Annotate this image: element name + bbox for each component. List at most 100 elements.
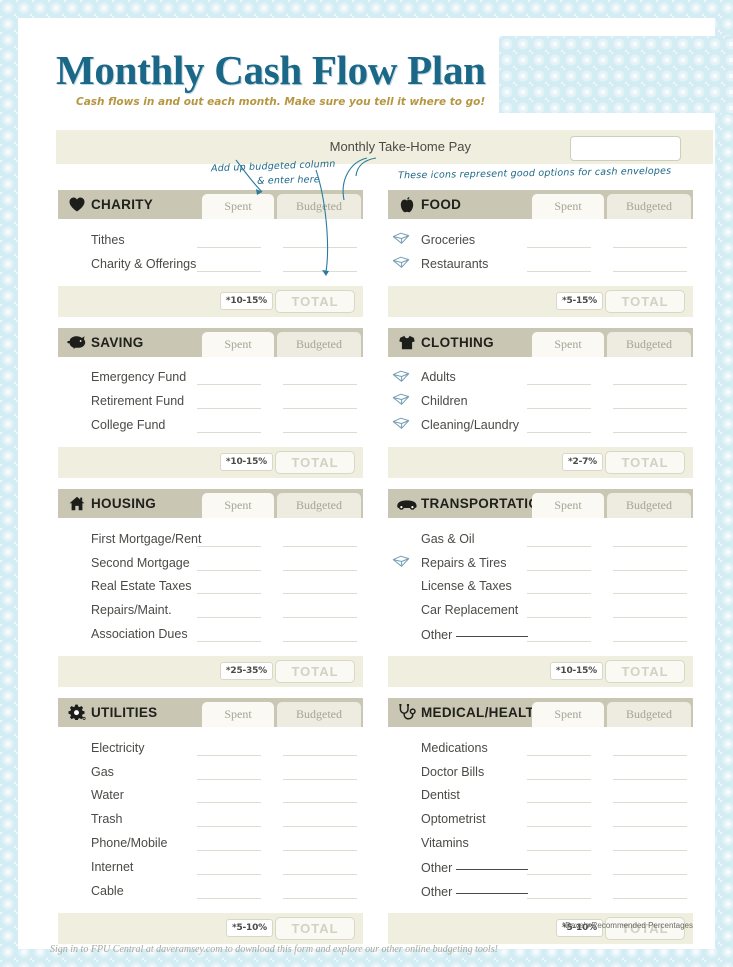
section-header-medical-health: MEDICAL/HEALTH Spent Budgeted — [388, 697, 693, 727]
budgeted-field[interactable] — [613, 788, 687, 804]
spent-field[interactable] — [527, 579, 591, 595]
budgeted-field[interactable] — [613, 627, 687, 642]
spent-field[interactable] — [527, 418, 591, 433]
budgeted-field[interactable] — [613, 884, 687, 899]
spent-field[interactable] — [197, 884, 261, 899]
budgeted-field[interactable] — [613, 579, 687, 595]
budgeted-field[interactable] — [613, 257, 687, 272]
spent-field[interactable] — [197, 556, 261, 571]
tab-budgeted-housing[interactable]: Budgeted — [277, 492, 361, 518]
budgeted-field[interactable] — [283, 418, 357, 433]
tab-spent-housing[interactable]: Spent — [202, 492, 274, 518]
spent-field[interactable] — [527, 233, 591, 248]
budgeted-field[interactable] — [283, 627, 357, 642]
budgeted-field[interactable] — [283, 765, 357, 780]
budgeted-field[interactable] — [283, 884, 357, 899]
spent-field[interactable] — [527, 532, 591, 547]
budgeted-field[interactable] — [613, 418, 687, 433]
spent-field[interactable] — [527, 860, 591, 875]
spent-field[interactable] — [197, 860, 261, 875]
budgeted-field[interactable] — [283, 741, 357, 756]
spent-field[interactable] — [197, 257, 261, 272]
budgeted-field[interactable] — [613, 556, 687, 571]
tab-budgeted-charity[interactable]: Budgeted — [277, 194, 361, 219]
tab-spent-medical-health[interactable]: Spent — [532, 701, 604, 727]
write-in-line[interactable] — [456, 859, 529, 870]
budgeted-field[interactable] — [283, 603, 357, 619]
write-in-line[interactable] — [456, 883, 529, 894]
take-home-pay-input[interactable] — [570, 136, 681, 161]
budget-row-label-text: Restaurants — [421, 256, 489, 271]
spent-field[interactable] — [527, 394, 591, 410]
budgeted-field[interactable] — [283, 579, 357, 595]
spent-field[interactable] — [197, 233, 261, 248]
spent-field[interactable] — [197, 418, 261, 433]
spent-field[interactable] — [197, 603, 261, 619]
budgeted-field[interactable] — [613, 532, 687, 547]
write-in-line[interactable] — [456, 626, 529, 638]
budgeted-field[interactable] — [283, 860, 357, 875]
spent-field[interactable] — [527, 603, 591, 619]
budgeted-field[interactable] — [613, 765, 687, 780]
spent-field[interactable] — [527, 788, 591, 804]
tab-budgeted-transportation[interactable]: Budgeted — [607, 492, 691, 518]
budgeted-field[interactable] — [283, 257, 357, 272]
tab-spent-food[interactable]: Spent — [532, 194, 604, 219]
budgeted-field[interactable] — [613, 860, 687, 875]
budgeted-field[interactable] — [613, 812, 687, 828]
total-input[interactable]: TOTAL — [605, 289, 685, 313]
spent-field[interactable] — [197, 765, 261, 780]
tab-budgeted-food[interactable]: Budgeted — [607, 194, 691, 219]
spent-field[interactable] — [197, 788, 261, 804]
budgeted-field[interactable] — [283, 812, 357, 828]
spent-field[interactable] — [197, 741, 261, 756]
budget-row-fields — [197, 233, 357, 248]
budgeted-field[interactable] — [283, 788, 357, 804]
spent-field[interactable] — [197, 394, 261, 410]
tab-budgeted-utilities[interactable]: Budgeted — [277, 701, 361, 727]
total-input[interactable]: TOTAL — [605, 659, 685, 683]
total-input[interactable]: TOTAL — [605, 450, 685, 474]
spent-field[interactable] — [527, 257, 591, 272]
tab-budgeted-saving[interactable]: Budgeted — [277, 331, 361, 357]
tab-spent-charity[interactable]: Spent — [202, 194, 274, 219]
spent-field[interactable] — [197, 579, 261, 595]
spent-field[interactable] — [527, 765, 591, 780]
budgeted-field[interactable] — [613, 233, 687, 248]
spent-field[interactable] — [527, 812, 591, 828]
budgeted-field[interactable] — [613, 836, 687, 851]
budgeted-field[interactable] — [613, 603, 687, 619]
spent-field[interactable] — [197, 836, 261, 851]
tab-budgeted-clothing[interactable]: Budgeted — [607, 331, 691, 357]
spent-field[interactable] — [527, 627, 591, 642]
section-card-transportation: TRANSPORTATION Spent Budgeted Gas & Oil Repa… — [388, 488, 693, 687]
total-input[interactable]: TOTAL — [275, 659, 355, 683]
budgeted-field[interactable] — [613, 394, 687, 410]
tab-spent-utilities[interactable]: Spent — [202, 701, 274, 727]
spent-field[interactable] — [527, 370, 591, 386]
spent-field[interactable] — [197, 370, 261, 386]
spent-field[interactable] — [197, 812, 261, 828]
tab-budgeted-medical-health[interactable]: Budgeted — [607, 701, 691, 727]
spent-field[interactable] — [197, 532, 261, 547]
budgeted-field[interactable] — [283, 836, 357, 851]
column-tabs-clothing: Spent Budgeted — [532, 331, 691, 357]
total-input[interactable]: TOTAL — [275, 289, 355, 313]
budgeted-field[interactable] — [613, 741, 687, 756]
budget-row-label-text: Groceries — [421, 232, 476, 247]
spent-field[interactable] — [527, 884, 591, 899]
tab-spent-clothing[interactable]: Spent — [532, 331, 604, 357]
spent-field[interactable] — [197, 627, 261, 642]
spent-field[interactable] — [527, 556, 591, 571]
budgeted-field[interactable] — [283, 394, 357, 410]
budgeted-field[interactable] — [283, 233, 357, 248]
total-input[interactable]: TOTAL — [275, 450, 355, 474]
spent-field[interactable] — [527, 741, 591, 756]
tab-spent-transportation[interactable]: Spent — [532, 492, 604, 518]
budgeted-field[interactable] — [283, 556, 357, 571]
spent-field[interactable] — [527, 836, 591, 851]
tab-spent-saving[interactable]: Spent — [202, 331, 274, 357]
budgeted-field[interactable] — [283, 370, 357, 386]
budgeted-field[interactable] — [283, 532, 357, 547]
budgeted-field[interactable] — [613, 370, 687, 386]
